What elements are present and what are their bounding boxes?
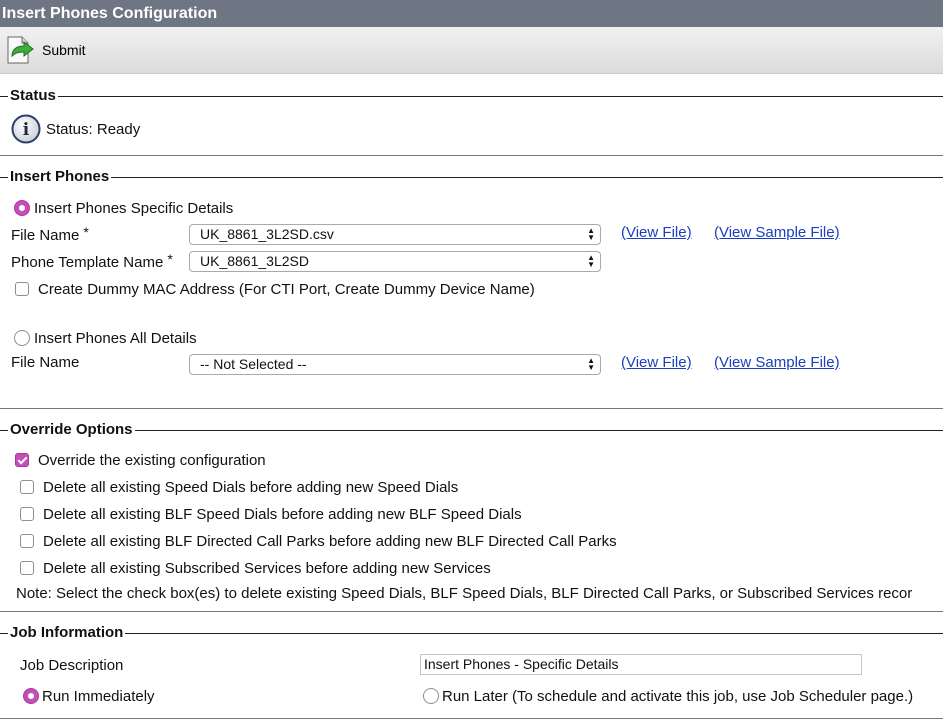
view-sample-file-link[interactable]: (View Sample File) (714, 224, 840, 241)
run-immediately-label: Run Immediately (42, 688, 155, 705)
insert-phones-legend: Insert Phones (8, 168, 112, 186)
override-section-border (0, 430, 943, 431)
template-name-label: Phone Template Name * (11, 251, 173, 271)
all-view-file-link[interactable]: (View File) (621, 354, 692, 371)
file-name-label-text: File Name (11, 227, 80, 244)
job-section-bottom (0, 718, 943, 719)
info-icon: i (11, 114, 41, 144)
insert-phones-section-border (0, 177, 943, 178)
submit-arrow-icon (7, 36, 34, 64)
select-caret-icon: ▲ ▼ (587, 253, 595, 269)
job-description-label: Job Description (20, 657, 124, 674)
delete-subscribed-services-checkbox[interactable] (20, 561, 34, 575)
override-existing-label: Override the existing configuration (38, 452, 266, 469)
insert-phones-section-bottom (0, 408, 943, 409)
file-name-select-value: UK_8861_3L2SD.csv (200, 226, 334, 242)
required-mark: * (167, 251, 173, 267)
delete-blf-speed-dials-label: Delete all existing BLF Speed Dials befo… (43, 506, 522, 523)
submit-label: Submit (42, 42, 86, 58)
job-section-border (0, 633, 943, 634)
insert-specific-label: Insert Phones Specific Details (34, 200, 234, 217)
dummy-mac-label: Create Dummy MAC Address (For CTI Port, … (38, 281, 535, 298)
override-legend: Override Options (8, 421, 135, 439)
run-immediately-radio[interactable] (23, 688, 39, 704)
file-name-select[interactable]: UK_8861_3L2SD.csv ▲ ▼ (189, 224, 601, 245)
submit-button[interactable]: Submit (4, 33, 86, 67)
select-caret-icon: ▲ ▼ (587, 356, 595, 372)
insert-all-radio[interactable] (14, 330, 30, 346)
status-section-border (0, 96, 943, 97)
view-file-link[interactable]: (View File) (621, 224, 692, 241)
job-description-field[interactable]: Insert Phones - Specific Details (420, 654, 862, 675)
insert-specific-radio[interactable] (14, 200, 30, 216)
all-view-sample-file-link[interactable]: (View Sample File) (714, 354, 840, 371)
override-existing-checkbox[interactable] (15, 453, 29, 467)
status-text: Status: Ready (46, 121, 141, 138)
override-note: Note: Select the check box(es) to delete… (16, 585, 913, 602)
run-later-label: Run Later (To schedule and activate this… (442, 688, 914, 705)
file-name-label: File Name * (11, 224, 89, 244)
template-name-select[interactable]: UK_8861_3L2SD ▲ ▼ (189, 251, 601, 272)
page-title: Insert Phones Configuration (0, 0, 943, 27)
override-section-bottom (0, 611, 943, 612)
template-name-select-value: UK_8861_3L2SD (200, 253, 309, 269)
delete-blf-call-parks-checkbox[interactable] (20, 534, 34, 548)
insert-all-label: Insert Phones All Details (34, 330, 197, 347)
run-later-radio[interactable] (423, 688, 439, 704)
all-file-name-select-value: -- Not Selected -- (200, 356, 307, 372)
status-section-bottom (0, 155, 943, 156)
template-name-label-text: Phone Template Name (11, 254, 164, 271)
delete-blf-speed-dials-checkbox[interactable] (20, 507, 34, 521)
all-file-name-select[interactable]: -- Not Selected -- ▲ ▼ (189, 354, 601, 375)
dummy-mac-checkbox[interactable] (15, 282, 29, 296)
delete-blf-call-parks-label: Delete all existing BLF Directed Call Pa… (43, 533, 617, 550)
all-file-name-label: File Name (11, 354, 80, 371)
toolbar: Submit (0, 27, 943, 74)
delete-subscribed-services-label: Delete all existing Subscribed Services … (43, 560, 491, 577)
required-mark: * (83, 224, 89, 240)
status-legend: Status (8, 87, 58, 105)
select-caret-icon: ▲ ▼ (587, 226, 595, 242)
delete-speed-dials-checkbox[interactable] (20, 480, 34, 494)
svg-text:i: i (23, 120, 30, 140)
job-legend: Job Information (8, 624, 126, 642)
delete-speed-dials-label: Delete all existing Speed Dials before a… (43, 479, 459, 496)
